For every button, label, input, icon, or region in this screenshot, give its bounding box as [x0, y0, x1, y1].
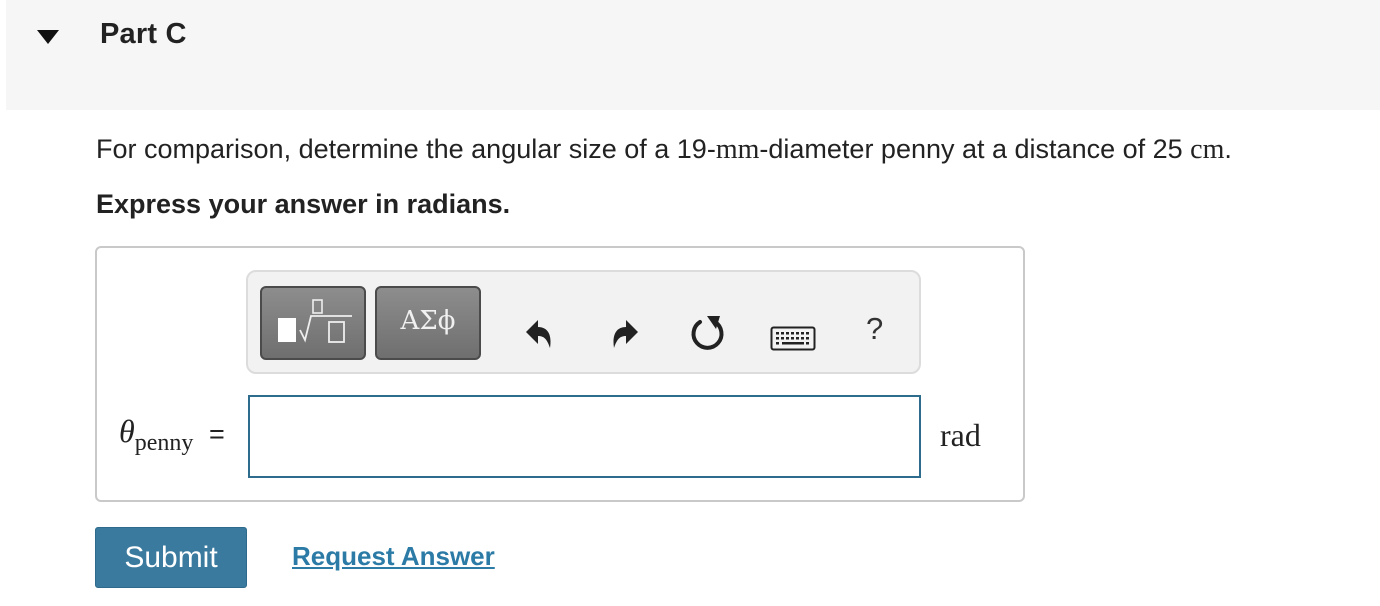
reset-icon[interactable] — [686, 313, 728, 355]
submit-button[interactable]: Submit — [95, 527, 247, 588]
part-title: Part C — [100, 18, 187, 50]
undo-icon[interactable] — [520, 314, 556, 354]
part-header[interactable] — [6, 0, 1380, 110]
unit-cm: cm — [1190, 134, 1225, 165]
variable-label: θpenny — [119, 413, 193, 456]
variable-subscript: penny — [134, 430, 194, 456]
answer-input[interactable] — [248, 395, 921, 478]
answer-instruction: Express your answer in radians. — [96, 189, 511, 219]
templates-icon — [278, 299, 352, 343]
equals-sign: = — [209, 419, 225, 449]
symbols-button[interactable]: ΑΣϕ — [375, 286, 481, 360]
redo-icon[interactable] — [608, 314, 644, 354]
help-icon[interactable]: ? — [866, 311, 883, 347]
question-text: For comparison, determine the angular si… — [96, 134, 1232, 165]
templates-button[interactable] — [260, 286, 366, 360]
collapse-caret-icon[interactable] — [37, 30, 59, 44]
keyboard-icon[interactable] — [770, 326, 816, 352]
request-answer-link[interactable]: Request Answer — [292, 541, 495, 572]
variable-symbol: θ — [119, 413, 135, 449]
unit-label: rad — [940, 417, 981, 453]
unit-mm: mm — [715, 134, 760, 165]
symbols-label: ΑΣϕ — [400, 306, 456, 336]
